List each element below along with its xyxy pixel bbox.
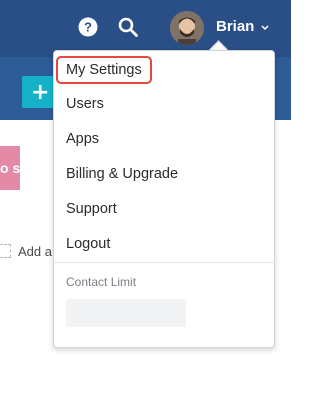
top-navigation-bar: ? Brian (0, 0, 291, 57)
svg-text:?: ? (84, 20, 92, 35)
help-icon[interactable]: ? (78, 17, 98, 37)
my-settings-highlight (56, 56, 152, 84)
menu-item-support[interactable]: Support (66, 201, 117, 217)
contact-limit-bar (66, 299, 186, 327)
menu-divider (54, 262, 274, 263)
user-name[interactable]: Brian (216, 18, 254, 35)
card-outline-icon (0, 244, 11, 258)
menu-item-billing-upgrade[interactable]: Billing & Upgrade (66, 166, 178, 182)
chevron-down-icon[interactable] (261, 25, 269, 31)
contact-limit-label: Contact Limit (66, 275, 137, 289)
search-icon[interactable] (118, 17, 138, 37)
plus-icon: + (31, 80, 50, 105)
avatar[interactable] (170, 11, 204, 45)
menu-item-logout[interactable]: Logout (66, 236, 110, 252)
user-dropdown-menu: My Settings Users Apps Billing & Upgrade… (53, 50, 275, 348)
add-item-text: Add a (18, 244, 52, 259)
menu-item-users[interactable]: Users (66, 96, 104, 112)
add-item-row[interactable]: Add a (0, 240, 60, 264)
board-card-text: o s... (0, 160, 20, 176)
board-card[interactable]: o s... (0, 146, 20, 190)
menu-item-apps[interactable]: Apps (66, 131, 99, 147)
